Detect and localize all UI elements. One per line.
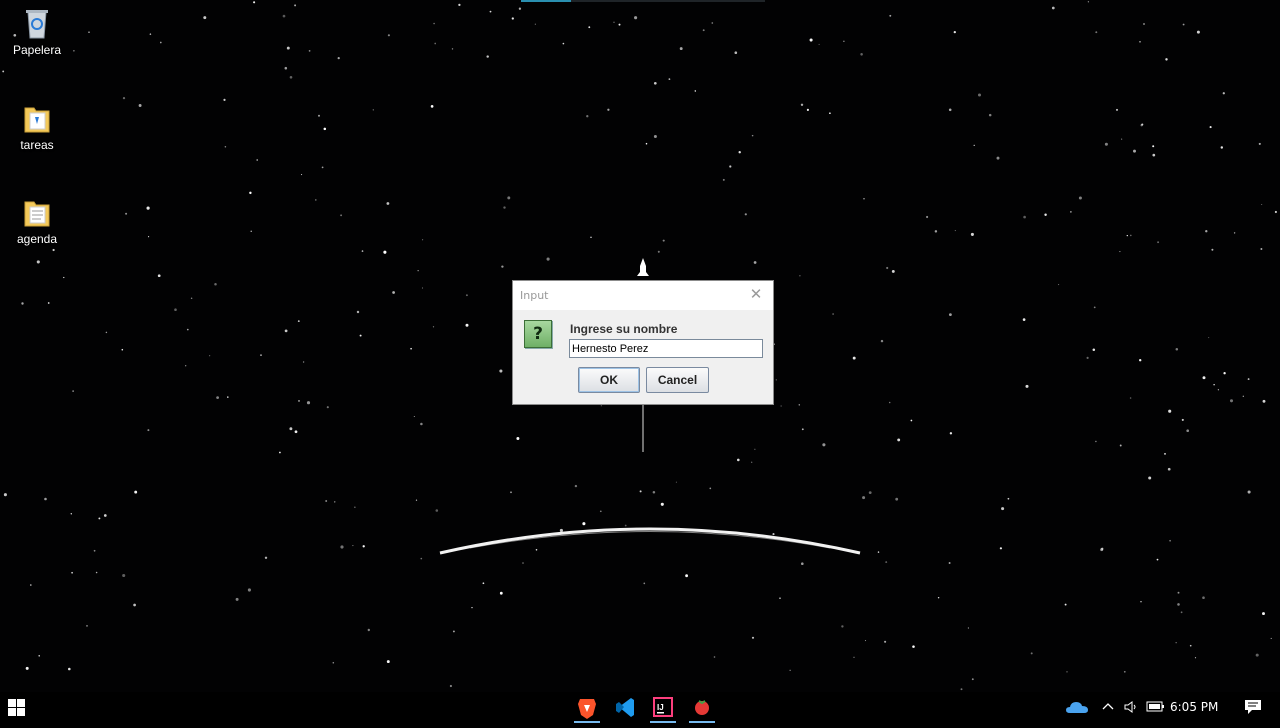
close-icon[interactable]: ✕: [739, 281, 773, 310]
cancel-button[interactable]: Cancel: [646, 367, 709, 393]
folder-icon: [21, 196, 53, 228]
desktop-icon-tareas[interactable]: tareas: [2, 102, 72, 152]
taskbar: IJ 6:05 PM: [0, 692, 1280, 723]
chevron-up-icon[interactable]: [1101, 699, 1115, 716]
vscode-icon[interactable]: [610, 692, 640, 723]
svg-text:IJ: IJ: [657, 703, 664, 712]
desktop-icon-label: agenda: [16, 232, 58, 246]
tomato-timer-icon[interactable]: [687, 692, 717, 723]
brave-browser-icon[interactable]: [572, 692, 602, 723]
intellij-icon[interactable]: IJ: [648, 692, 678, 723]
shuttle-icon: [637, 258, 649, 276]
question-icon: ?: [524, 320, 552, 348]
dialog-message: Ingrese su nombre: [570, 322, 678, 336]
windows-start-icon[interactable]: [8, 699, 26, 717]
desktop-icon-papelera[interactable]: Papelera: [2, 7, 72, 57]
input-dialog: Input ✕ ? Ingrese su nombre OK Cancel: [512, 280, 774, 405]
notifications-icon[interactable]: [1244, 699, 1262, 718]
desktop-icon-label: tareas: [20, 138, 54, 152]
onedrive-icon[interactable]: [1065, 699, 1089, 718]
name-input[interactable]: [569, 339, 763, 358]
volume-icon[interactable]: [1123, 699, 1139, 718]
desktop-icon-agenda[interactable]: agenda: [2, 196, 72, 246]
taskbar-clock[interactable]: 6:05 PM: [1170, 700, 1218, 714]
ok-button[interactable]: OK: [578, 367, 640, 393]
top-accent-bar: [521, 0, 765, 2]
desktop[interactable]: Papelera tareas agenda Input ✕ ? Ingrese…: [0, 0, 1280, 692]
battery-icon[interactable]: [1146, 700, 1166, 717]
folder-icon: [21, 102, 53, 134]
desktop-icon-label: Papelera: [12, 43, 62, 57]
dialog-titlebar[interactable]: Input ✕: [513, 281, 773, 310]
dialog-title: Input: [520, 289, 549, 302]
recycle-bin-icon: [21, 7, 53, 39]
